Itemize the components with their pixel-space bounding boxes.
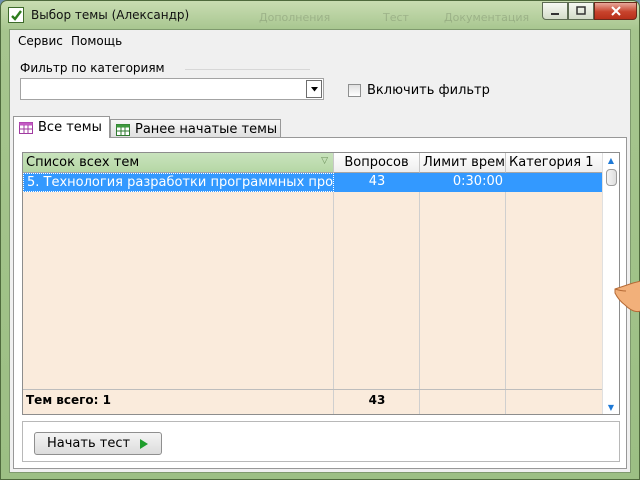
group-divider <box>185 69 310 70</box>
column-divider <box>419 390 420 410</box>
play-icon <box>140 438 149 449</box>
column-divider <box>333 390 334 410</box>
faded-menu-3: Документация <box>444 11 530 24</box>
checkbox-box[interactable] <box>348 83 361 97</box>
scroll-up-icon[interactable]: ▲ <box>606 155 616 165</box>
table-row[interactable]: 5. Технология разработки программных про… <box>23 173 603 192</box>
app-checkmark-icon <box>8 7 24 23</box>
column-divider <box>333 173 334 414</box>
topics-grid[interactable]: Список всех тем ▽ Вопросов Лимит времени… <box>22 152 620 415</box>
chevron-down-icon <box>310 86 318 91</box>
column-divider <box>505 390 506 410</box>
table-icon-pink <box>19 121 33 134</box>
hand-pointer-icon <box>614 280 640 312</box>
tab-started-topics-label: Ранее начатые темы <box>135 122 278 137</box>
window-title: Выбор темы (Александр) <box>31 8 190 22</box>
scroll-down-icon[interactable]: ▼ <box>606 402 616 412</box>
combo-dropdown-button[interactable] <box>306 80 322 98</box>
menu-service[interactable]: Сервис <box>18 34 63 48</box>
column-header-category[interactable]: Категория 1 <box>506 153 603 173</box>
maximize-icon <box>576 6 586 15</box>
column-divider <box>419 173 420 414</box>
sort-down-icon: ▽ <box>321 156 328 166</box>
category-combobox[interactable] <box>20 78 324 100</box>
action-panel: Начать тест <box>22 421 620 462</box>
client-area: Сервис Помощь Фильтр по категориям Включ… <box>9 29 631 473</box>
table-icon-green <box>116 123 130 136</box>
column-header-time-limit[interactable]: Лимит времени <box>420 153 506 173</box>
tab-all-topics-label: Все темы <box>38 120 102 135</box>
cell-questions: 43 <box>334 173 420 192</box>
tab-page: Список всех тем ▽ Вопросов Лимит времени… <box>13 137 627 469</box>
title-bar[interactable]: Выбор темы (Александр) Дополнения Тест Д… <box>1 1 639 29</box>
grid-footer: Тем всего: 1 43 <box>23 389 603 410</box>
column-divider <box>505 173 506 414</box>
cell-time-limit: 0:30:00 <box>420 173 506 192</box>
app-window: Выбор темы (Александр) Дополнения Тест Д… <box>0 0 640 480</box>
footer-questions-total: 43 <box>368 393 386 407</box>
column-header-topics[interactable]: Список всех тем ▽ <box>23 153 334 173</box>
footer-total-topics: Тем всего: 1 <box>26 393 111 407</box>
maximize-button[interactable] <box>568 2 594 20</box>
enable-filter-label: Включить фильтр <box>367 82 490 98</box>
column-header-topics-label: Список всех тем <box>26 155 140 170</box>
close-icon <box>610 6 621 16</box>
menu-bar: Сервис Помощь <box>10 30 630 52</box>
faded-menu-1: Дополнения <box>259 11 331 24</box>
menu-help[interactable]: Помощь <box>71 34 122 48</box>
minimize-button[interactable] <box>542 2 568 20</box>
grid-header: Список всех тем ▽ Вопросов Лимит времени… <box>23 153 603 173</box>
faded-menu-2: Тест <box>383 11 409 24</box>
tab-all-topics[interactable]: Все темы <box>13 116 110 138</box>
filter-group-label: Фильтр по категориям <box>20 61 165 75</box>
scroll-thumb[interactable] <box>606 169 617 186</box>
enable-filter-checkbox[interactable]: Включить фильтр <box>348 82 490 98</box>
start-test-label: Начать тест <box>47 436 131 451</box>
start-test-button[interactable]: Начать тест <box>34 432 162 455</box>
column-header-questions[interactable]: Вопросов <box>334 153 420 173</box>
cell-topic: 5. Технология разработки программных про… <box>23 173 334 192</box>
close-button[interactable] <box>594 2 637 20</box>
minimize-icon <box>551 13 559 15</box>
tab-started-topics[interactable]: Ранее начатые темы <box>110 119 281 139</box>
cell-category <box>506 173 603 192</box>
